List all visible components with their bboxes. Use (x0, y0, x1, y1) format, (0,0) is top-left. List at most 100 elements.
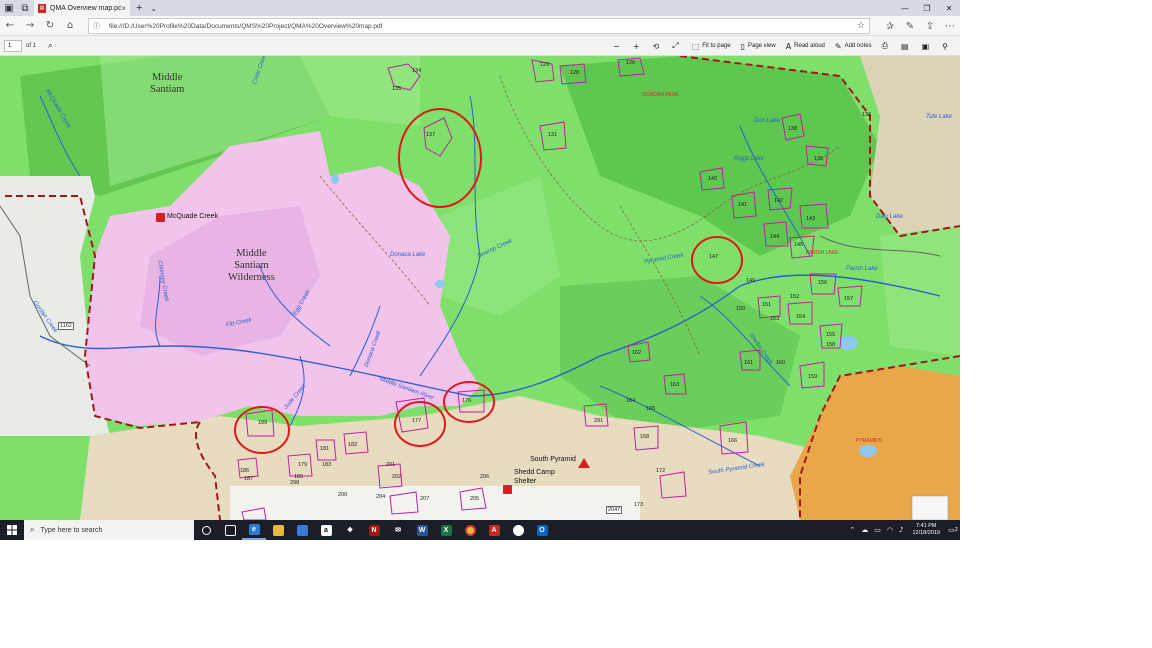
file-explorer-app[interactable] (266, 520, 290, 540)
zoom-out-button[interactable]: − (608, 36, 628, 56)
rotate-button[interactable]: ⟲ (648, 36, 668, 56)
save-button[interactable]: ▤ (896, 36, 917, 56)
store-app[interactable] (290, 520, 314, 540)
more-icon[interactable]: ⋯ (940, 16, 960, 36)
photos-icon (512, 524, 524, 536)
favorites-icon[interactable]: ✰ (880, 16, 900, 36)
print-button[interactable]: ⎙ (877, 36, 896, 56)
mail-app[interactable]: ✉ (386, 520, 410, 540)
wifi-icon[interactable]: ◠ (887, 526, 893, 534)
favorite-star-icon[interactable]: ☆ (857, 21, 865, 31)
home-icon[interactable]: ⌂ (60, 16, 80, 36)
pen-icon[interactable]: ✎ (900, 16, 920, 36)
read-aloud-button[interactable]: A Read aloud (781, 36, 830, 56)
label-south-pyramid: South Pyramid (530, 456, 576, 463)
label-daly-lake: Daly Lake (876, 214, 903, 220)
page-view-button[interactable]: ▯ Page view (736, 36, 781, 56)
netflix-app[interactable]: N (362, 520, 386, 540)
word-icon: W (416, 524, 428, 536)
unit-143: 143 (806, 216, 816, 222)
tab-close-icon[interactable]: × (121, 4, 126, 13)
label-donaca-lake: Donaca Lake (390, 252, 426, 258)
tab-pdf[interactable]: ▤ QMA Overview map.pd × (34, 0, 130, 16)
tab-actions-icon[interactable]: ▣ (2, 1, 16, 15)
road-1162: 1162 (58, 322, 74, 330)
chrome-icon (464, 524, 476, 536)
valley-south (230, 486, 640, 520)
read-aloud-icon: A (785, 41, 792, 51)
unit-177: 177 (412, 418, 422, 424)
maximize-button[interactable]: ❐ (916, 0, 938, 16)
add-notes-button[interactable]: ✎ Add notes (830, 36, 877, 56)
address-bar[interactable]: ⓘ file:///D:/User%20Profile%20Data/Docum… (88, 18, 870, 34)
rotate-icon: ⟲ (652, 41, 660, 51)
edge-app[interactable]: e (242, 520, 266, 540)
new-tab-button[interactable]: + (136, 2, 142, 14)
pin-button[interactable]: ⚲ (937, 36, 956, 56)
unit-138: 138 (788, 126, 798, 132)
notification-center-button[interactable]: ▭ 2 (946, 524, 960, 536)
acrobat-app[interactable]: A (482, 520, 506, 540)
clock[interactable]: 7:41 PM 12/18/2019 (912, 523, 940, 537)
save-icon: ▤ (901, 41, 909, 51)
acrobat-icon: A (488, 524, 500, 536)
photos-app[interactable] (506, 520, 530, 540)
start-button[interactable] (0, 520, 24, 540)
close-window-button[interactable]: ✕ (938, 0, 960, 16)
unit-140: 140 (708, 176, 718, 182)
unit-136: 136 (862, 112, 872, 118)
search-icon[interactable]: ⌕ (48, 41, 52, 51)
battery-icon[interactable]: ▭ (874, 526, 881, 534)
volume-icon[interactable]: ♪ (899, 526, 903, 534)
cloud-icon[interactable]: ☁ (861, 526, 868, 534)
store-icon (296, 524, 308, 536)
clock-time: 7:41 PM (915, 523, 937, 529)
taskbar-search-input[interactable]: ⌕ Type here to search (24, 520, 194, 540)
amazon-app[interactable]: a (314, 520, 338, 540)
page-number-input[interactable]: 1 (4, 39, 22, 52)
share-icon[interactable]: ⇪ (920, 16, 940, 36)
unit-183: 183 (322, 462, 332, 468)
save-as-button[interactable]: ▣ (917, 36, 938, 56)
excel-app[interactable]: X (434, 520, 458, 540)
clock-date: 12/18/2019 (912, 530, 940, 536)
unit-134: 134 (412, 68, 422, 74)
tab-list-button[interactable]: ⌄ (150, 4, 157, 13)
unit-126: 126 (626, 60, 636, 66)
dropbox-app[interactable]: ❖ (338, 520, 362, 540)
fit-to-page-button[interactable]: ⬚ Fit to page (687, 36, 736, 56)
url-text: file:///D:/User%20Profile%20Data/Documen… (109, 22, 383, 30)
label-gordan-peak: GORDAN PEAK (642, 92, 679, 98)
label-parish-lake: Parish Lake (846, 266, 878, 272)
label-mcquade-creek: McQuade Creek (167, 213, 218, 220)
word-app[interactable]: W (410, 520, 434, 540)
refresh-icon[interactable]: ↻ (40, 16, 60, 36)
label-middle-santiam-north: Middle Santiam (150, 72, 185, 95)
forward-arrow-icon[interactable]: → (20, 16, 40, 36)
unit-200: 200 (338, 492, 348, 498)
unit-298: 298 (290, 480, 300, 486)
label-parish-lake-peak: PARISH LAKE (806, 250, 839, 256)
task-view-icon (224, 524, 236, 536)
minimize-button[interactable]: — (894, 0, 916, 16)
task-view-button[interactable] (218, 520, 242, 540)
back-arrow-icon[interactable]: ← (0, 16, 20, 36)
road-2047: 2047 (606, 506, 623, 514)
zoom-in-button[interactable]: + (628, 36, 648, 56)
pdf-map-page[interactable]: Middle Santiam Middle Santiam Wilderness… (0, 56, 960, 520)
unit-142: 142 (774, 198, 784, 204)
info-icon[interactable]: ⓘ (93, 21, 103, 31)
shedd-camp-shelter-icon (503, 485, 512, 494)
fullscreen-button[interactable]: ⤢ (667, 36, 686, 56)
tab-preview-icon[interactable]: ⧉ (18, 1, 32, 15)
chevron-up-icon[interactable]: ⌃ (849, 526, 855, 534)
outlook-app[interactable]: O (530, 520, 554, 540)
mcquade-shelter-icon (156, 213, 165, 222)
browser-actions: ✰ ✎ ⇪ ⋯ (880, 16, 960, 36)
lake-pyramid (859, 445, 877, 457)
unit-181: 181 (320, 446, 330, 452)
cortana-button[interactable] (194, 520, 218, 540)
unit-141: 141 (738, 202, 748, 208)
unit-145: 145 (794, 242, 804, 248)
chrome-app[interactable] (458, 520, 482, 540)
